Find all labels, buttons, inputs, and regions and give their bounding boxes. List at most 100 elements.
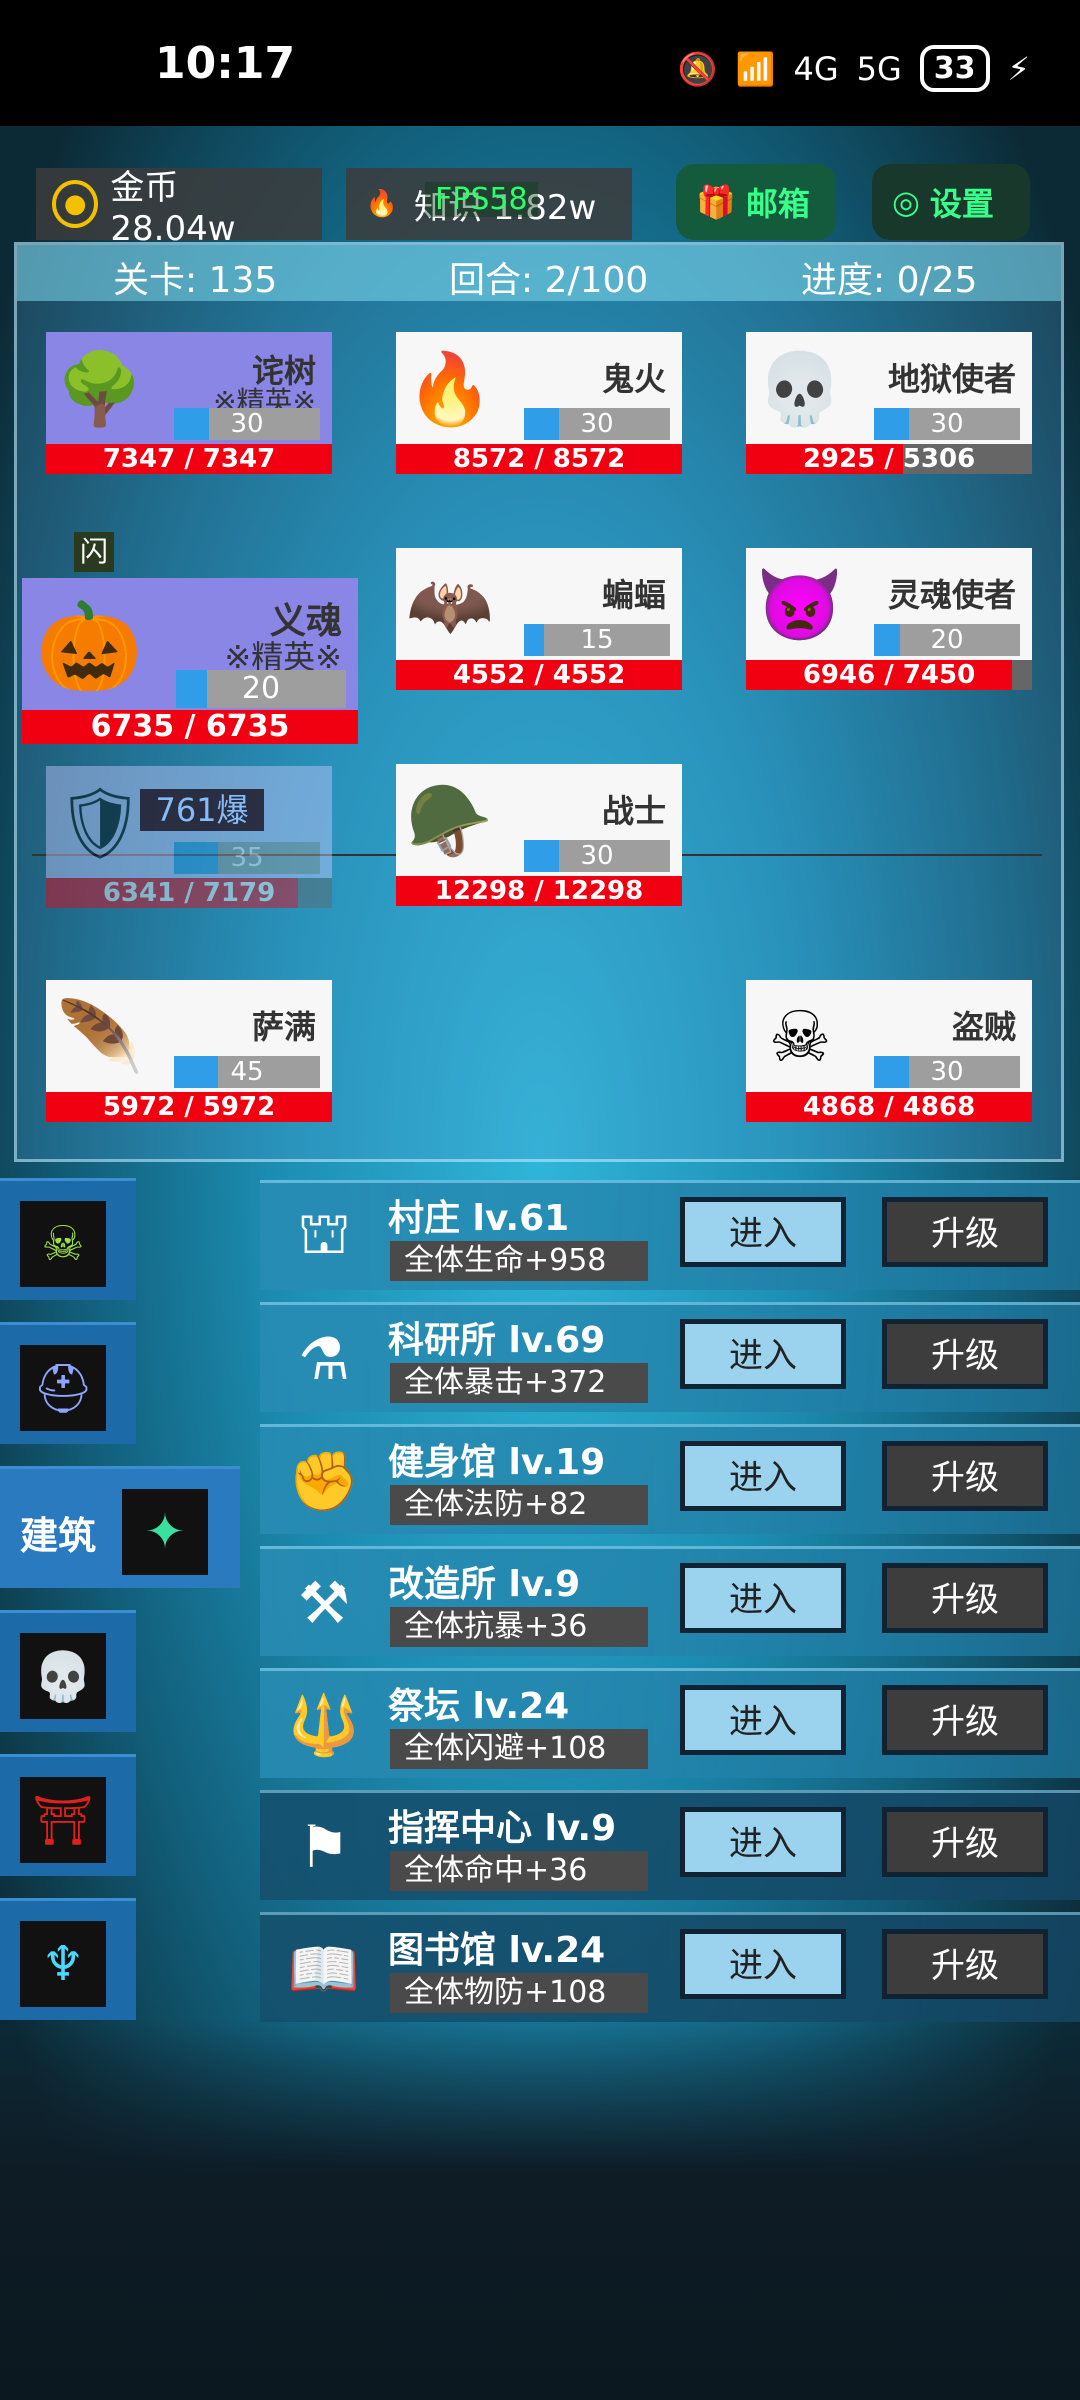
pumpkin-icon: 🎃 [35, 596, 143, 697]
torii-gate-icon: ⛩ [20, 1777, 106, 1863]
side-tab-amulet[interactable]: ♆ [0, 1898, 136, 2020]
enemy-card[interactable]: 🌳 诧树 ※精英※ 30 7347 / 7347 [46, 332, 332, 474]
fps-counter: FPS58 [425, 182, 538, 217]
building-row: 📖 图书馆 lv.24 全体物防+108 进入 升级 [260, 1912, 1080, 2022]
shaman-icon: 🪶 [56, 995, 144, 1078]
building-bonus: 全体法防+82 [390, 1485, 648, 1525]
enemy-card[interactable]: 🎃 义魂 ※精英※ 20 6735 / 6735 [22, 578, 358, 744]
hp-bar: 7347 / 7347 [46, 444, 332, 474]
side-tab-cards[interactable]: 💀 [0, 1610, 136, 1732]
upgrade-button[interactable]: 升级 [882, 1563, 1048, 1633]
altar-icon: 🔱 [287, 1690, 361, 1759]
enter-button[interactable]: 进入 [680, 1563, 846, 1633]
charging-icon: ⚡ [1007, 49, 1030, 88]
resource-bar: ● 金币 28.04w 🔥 知识 1.82w FPS58 🎁 邮箱 ◎ 设置 [0, 156, 1080, 249]
knight-icon: 🛡 [55, 781, 145, 864]
battle-info-bar: 关卡: 135 回合: 2/100 进度: 0/25 [17, 245, 1061, 301]
enter-button[interactable]: 进入 [680, 1441, 846, 1511]
building-name: 祭坛 lv.24 [388, 1686, 570, 1727]
hp-bar: 5972 / 5972 [46, 1092, 332, 1122]
skull-card-icon: 💀 [20, 1633, 106, 1719]
level-bar: 45 [174, 1056, 320, 1088]
reaper-icon: ☠ [768, 996, 832, 1078]
gold-counter: ● 金币 28.04w [36, 168, 322, 249]
rune-shield-icon: ✦ [122, 1489, 208, 1575]
hero-card[interactable]: ☠ 盗贼 30 4868 / 4868 [746, 980, 1032, 1122]
gold-coin-icon: ● [52, 180, 99, 228]
building-row: ✊ 健身馆 lv.19 全体法防+82 进入 升级 [260, 1424, 1080, 1534]
unit-name: 战士 [601, 792, 666, 830]
building-bonus: 全体抗暴+36 [390, 1607, 648, 1647]
enemy-card[interactable]: 🔥 鬼火 30 8572 / 8572 [396, 332, 682, 474]
gift-icon: 🎁 [696, 183, 736, 221]
side-tab-heroes[interactable]: ☠ [0, 1178, 136, 1300]
building-row: ⛫ 村庄 lv.61 全体生命+958 进入 升级 [260, 1180, 1080, 1290]
enter-button[interactable]: 进入 [680, 1807, 846, 1877]
upgrade-button[interactable]: 升级 [882, 1197, 1048, 1267]
banner-icon: ⚑ [298, 1813, 350, 1881]
settings-button[interactable]: ◎ 设置 [872, 164, 1030, 240]
side-tab-shrine[interactable]: ⛩ [0, 1754, 136, 1876]
building-name: 指挥中心 lv.9 [388, 1808, 617, 1849]
unit-name: 盗贼 [951, 1008, 1016, 1046]
side-tab-equipment[interactable]: ⛑ [0, 1322, 136, 1444]
upgrade-button[interactable]: 升级 [882, 1807, 1048, 1877]
level-bar: 35 [174, 842, 320, 874]
level-bar: 20 [176, 670, 346, 708]
upgrade-button[interactable]: 升级 [882, 1441, 1048, 1511]
signal-4g-label: 4G [793, 49, 839, 88]
wifi-icon: 📶 [735, 49, 776, 88]
building-name: 村庄 lv.61 [388, 1198, 570, 1239]
hp-bar: 8572 / 8572 [396, 444, 682, 474]
hp-bar: 6946 / 7450 [746, 660, 1032, 690]
settings-icon: ◎ [892, 183, 920, 221]
building-row: ⚒ 改造所 lv.9 全体抗暴+36 进入 升级 [260, 1546, 1080, 1656]
gold-value: 金币 28.04w [110, 167, 236, 249]
reform-icon: ⚒ [298, 1569, 350, 1637]
upgrade-button[interactable]: 升级 [882, 1685, 1048, 1755]
hero-card[interactable]: 🛡 35 6341 / 7179 [46, 766, 332, 908]
level-bar: 30 [874, 408, 1020, 440]
village-gate-icon: ⛫ [297, 1199, 351, 1267]
side-tab-label: 建筑 [20, 1514, 97, 1558]
progress-label: 进度: 0/25 [801, 260, 978, 301]
status-bar: 10:17 🔕 📶 4G 5G 33 ⚡ [0, 0, 1080, 126]
game-screen: ● 金币 28.04w 🔥 知识 1.82w FPS58 🎁 邮箱 ◎ 设置 关… [0, 126, 1080, 2400]
level-bar: 30 [524, 408, 670, 440]
level-bar: 30 [874, 1056, 1020, 1088]
critical-hit-popup: 761爆 [140, 789, 264, 831]
enemy-card[interactable]: 👿 灵魂使者 20 6946 / 7450 [746, 548, 1032, 690]
side-tab-buildings[interactable]: 建筑 ✦ [0, 1466, 240, 1588]
research-icon: ⚗ [298, 1325, 350, 1393]
mail-button[interactable]: 🎁 邮箱 [676, 164, 836, 240]
hero-card[interactable]: 🪶 萨满 45 5972 / 5972 [46, 980, 332, 1122]
enemy-card[interactable]: 🦇 蝙蝠 15 4552 / 4552 [396, 548, 682, 690]
hp-bar: 4868 / 4868 [746, 1092, 1032, 1122]
stage-label: 关卡: 135 [113, 260, 278, 301]
settings-label: 设置 [929, 185, 994, 223]
enter-button[interactable]: 进入 [680, 1197, 846, 1267]
building-name: 图书馆 lv.24 [388, 1930, 606, 1971]
building-row: ⚑ 指挥中心 lv.9 全体命中+36 进入 升级 [260, 1790, 1080, 1900]
enter-button[interactable]: 进入 [680, 1319, 846, 1389]
building-row: 🔱 祭坛 lv.24 全体闪避+108 进入 升级 [260, 1668, 1080, 1778]
hp-bar: 4552 / 4552 [396, 660, 682, 690]
enter-button[interactable]: 进入 [680, 1685, 846, 1755]
building-name: 健身馆 lv.19 [388, 1442, 606, 1483]
hp-bar: 2925 / 5306 [746, 444, 1032, 474]
mail-label: 邮箱 [745, 185, 810, 223]
level-bar: 20 [874, 624, 1020, 656]
building-bonus: 全体命中+36 [390, 1851, 648, 1891]
amulet-icon: ♆ [20, 1921, 106, 2007]
enemy-card[interactable]: 💀 地狱使者 30 2925 / 5306 [746, 332, 1032, 474]
enter-button[interactable]: 进入 [680, 1929, 846, 1999]
book-icon: 📖 [287, 1934, 361, 2003]
upgrade-button[interactable]: 升级 [882, 1319, 1048, 1389]
building-bonus: 全体生命+958 [390, 1241, 648, 1281]
hero-card[interactable]: 🪖 战士 30 12298 / 12298 [396, 764, 682, 906]
upgrade-button[interactable]: 升级 [882, 1929, 1048, 1999]
unit-name: 蝙蝠 [601, 576, 666, 614]
building-row: ⚗ 科研所 lv.69 全体暴击+372 进入 升级 [260, 1302, 1080, 1412]
gym-fist-icon: ✊ [287, 1446, 361, 1515]
building-name: 改造所 lv.9 [388, 1564, 581, 1605]
